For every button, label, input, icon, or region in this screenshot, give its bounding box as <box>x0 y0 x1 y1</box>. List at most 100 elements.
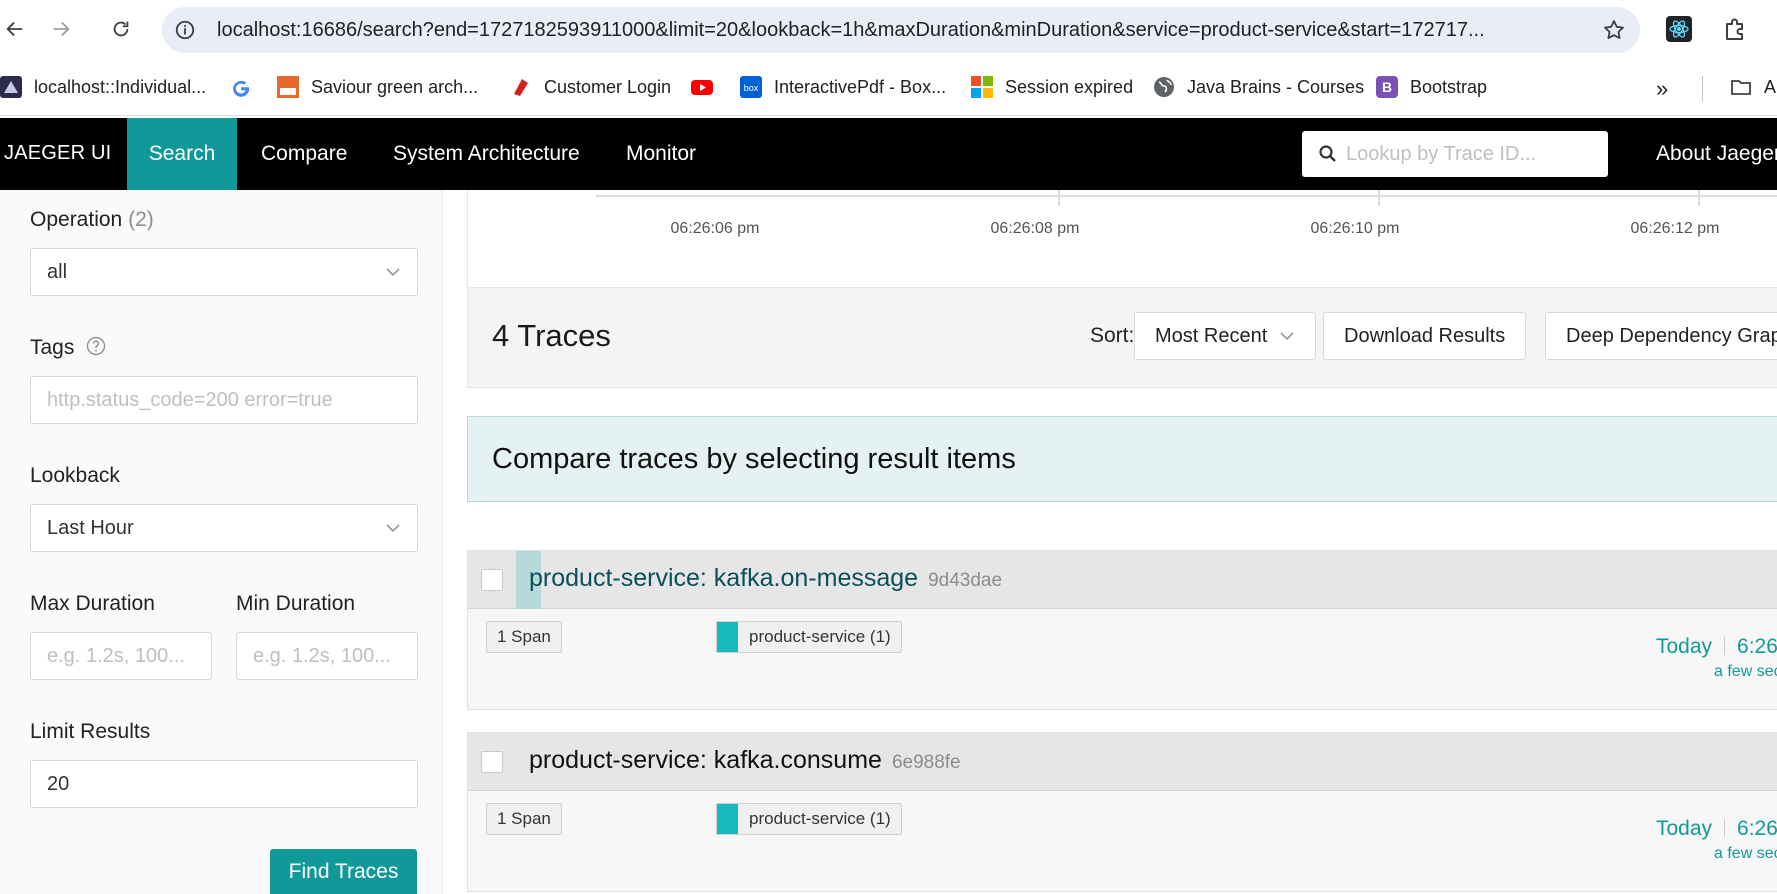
operation-label-text: Operation <box>30 208 123 231</box>
chevron-down-icon <box>386 524 400 533</box>
bookmark-label: Bootstrap <box>1410 76 1488 97</box>
x-tick-label: 06:26:12 pm <box>1630 220 1720 237</box>
trace-time: 6:26:11 pm <box>1737 635 1777 658</box>
lookback-select[interactable]: Last Hour <box>30 504 418 552</box>
bookmarks-bar: localhost::Individual... Saviour green a… <box>0 58 1777 116</box>
service-tag-label: product-service (1) <box>749 627 891 646</box>
bookmark-label: Customer Login <box>544 76 672 97</box>
bookmark-google[interactable] <box>230 74 264 100</box>
deep-dependency-graph-button[interactable]: Deep Dependency Graph <box>1545 312 1777 360</box>
limit-results-input[interactable] <box>31 761 417 807</box>
bookmark-customer-login[interactable]: Customer Login <box>510 74 671 100</box>
folder-icon <box>1731 80 1751 95</box>
trace-start-date: Today 6:26:11 pm <box>1656 817 1777 841</box>
tags-field[interactable] <box>30 376 418 424</box>
bookmark-saviour[interactable]: Saviour green arch... <box>277 74 478 100</box>
service-color-swatch <box>717 804 738 834</box>
sort-select[interactable]: Most Recent <box>1134 312 1317 360</box>
trace-name: product-service: kafka.consume <box>529 746 882 774</box>
trace-result-item[interactable]: product-service: kafka.consume 6e988fe 1 … <box>467 732 1777 892</box>
trace-date: Today <box>1656 635 1713 658</box>
bookmark-session-expired[interactable]: Session expired <box>971 74 1133 100</box>
service-color-swatch <box>717 622 738 652</box>
compare-banner: Compare traces by selecting result items <box>467 416 1777 502</box>
address-bar[interactable]: localhost:16686/search?end=1727182593911… <box>162 7 1640 53</box>
operation-value: all <box>47 261 68 283</box>
bookmark-label: Session expired <box>1005 76 1134 97</box>
min-duration-label: Min Duration <box>236 592 356 615</box>
bookmark-label: localhost::Individual... <box>34 76 207 97</box>
sort-label: Sort: <box>1090 324 1135 347</box>
date-separator <box>1724 819 1726 837</box>
trace-start-date: Today 6:26:11 pm <box>1656 635 1777 659</box>
max-duration-input[interactable] <box>31 633 211 679</box>
reload-button[interactable] <box>106 14 136 44</box>
x-axis-tick <box>1058 190 1060 206</box>
x-axis-tick <box>1698 190 1700 206</box>
nav-search[interactable]: Search <box>127 118 237 190</box>
trace-result-header[interactable]: product-service: kafka.on-message 9d43dae <box>468 551 1777 609</box>
trace-relative-time: a few seconds ago <box>1714 663 1777 680</box>
bookmark-java-brains[interactable]: Java Brains - Courses <box>1153 74 1364 100</box>
trace-result-header[interactable]: product-service: kafka.consume 6e988fe <box>468 733 1777 791</box>
nav-monitor[interactable]: Monitor <box>626 118 696 190</box>
limit-results-field[interactable] <box>30 760 418 808</box>
traces-scatter-plot[interactable]: 06:26:06 pm 06:26:08 pm 06:26:10 pm 06:2… <box>467 190 1777 288</box>
site-info-icon[interactable] <box>174 19 196 41</box>
operation-count: (2) <box>128 208 154 231</box>
trace-date: Today <box>1656 817 1713 840</box>
trace-time: 6:26:11 pm <box>1737 817 1777 840</box>
trace-name: product-service: kafka.on-message <box>529 564 919 592</box>
date-separator <box>1724 637 1726 655</box>
trace-count: 4 Traces <box>492 318 611 353</box>
google-icon <box>233 80 250 97</box>
svg-text:B: B <box>1382 79 1392 95</box>
nav-system-architecture[interactable]: System Architecture <box>393 118 580 190</box>
back-button[interactable] <box>0 14 30 44</box>
bookmark-individual[interactable]: localhost::Individual... <box>0 74 206 100</box>
trace-result-item[interactable]: product-service: kafka.on-message 9d43dae… <box>467 550 1777 710</box>
span-count-tag: 1 Span <box>486 621 562 653</box>
extensions-icon[interactable] <box>1722 16 1748 42</box>
app-icon <box>0 76 22 98</box>
trace-select-checkbox[interactable] <box>481 569 503 591</box>
more-bookmarks-icon[interactable]: » <box>1656 76 1668 102</box>
bookmark-interactivepdf[interactable]: box InteractivePdf - Box... <box>740 74 946 100</box>
saviour-icon <box>277 76 299 98</box>
bookmark-youtube[interactable] <box>691 74 725 100</box>
trace-title[interactable]: product-service: kafka.on-message 9d43dae <box>529 564 1002 593</box>
trace-select-checkbox[interactable] <box>481 751 503 773</box>
bookmark-star-icon[interactable] <box>1602 18 1626 42</box>
min-duration-input[interactable] <box>237 633 417 679</box>
url-text[interactable]: localhost:16686/search?end=1727182593911… <box>217 19 1567 42</box>
x-axis-line <box>596 195 1777 197</box>
trace-id: 9d43dae <box>928 570 1003 591</box>
bookmark-all-bookmarks[interactable]: A <box>1730 74 1776 100</box>
trace-id-input[interactable] <box>1346 137 1596 171</box>
react-devtools-icon[interactable] <box>1666 16 1692 42</box>
tags-input[interactable] <box>31 377 417 423</box>
x-axis-tick <box>1378 190 1380 206</box>
jaeger-brand[interactable]: JAEGER UI <box>4 142 111 165</box>
nav-compare[interactable]: Compare <box>261 118 347 190</box>
nav-about-jaeger[interactable]: About Jaeger <box>1656 118 1777 190</box>
forward-button[interactable] <box>46 14 76 44</box>
customer-login-icon <box>514 79 528 96</box>
lookback-label: Lookback <box>30 464 120 487</box>
help-icon[interactable] <box>86 336 106 356</box>
min-duration-field[interactable] <box>236 632 418 680</box>
chevron-down-icon <box>1280 332 1294 341</box>
youtube-icon <box>691 80 713 95</box>
download-results-button[interactable]: Download Results <box>1323 312 1527 360</box>
forward-arrow-icon <box>53 21 70 37</box>
trace-id-lookup[interactable] <box>1302 131 1608 177</box>
limit-results-label: Limit Results <box>30 720 151 743</box>
search-icon <box>1319 145 1336 162</box>
bookmark-bootstrap[interactable]: B Bootstrap <box>1376 74 1487 100</box>
max-duration-field[interactable] <box>30 632 212 680</box>
operation-select[interactable]: all <box>30 248 418 296</box>
find-traces-button[interactable]: Find Traces <box>270 849 417 894</box>
sort-value: Most Recent <box>1155 324 1268 347</box>
trace-title[interactable]: product-service: kafka.consume 6e988fe <box>529 746 961 775</box>
service-tag: product-service (1) <box>716 803 902 835</box>
